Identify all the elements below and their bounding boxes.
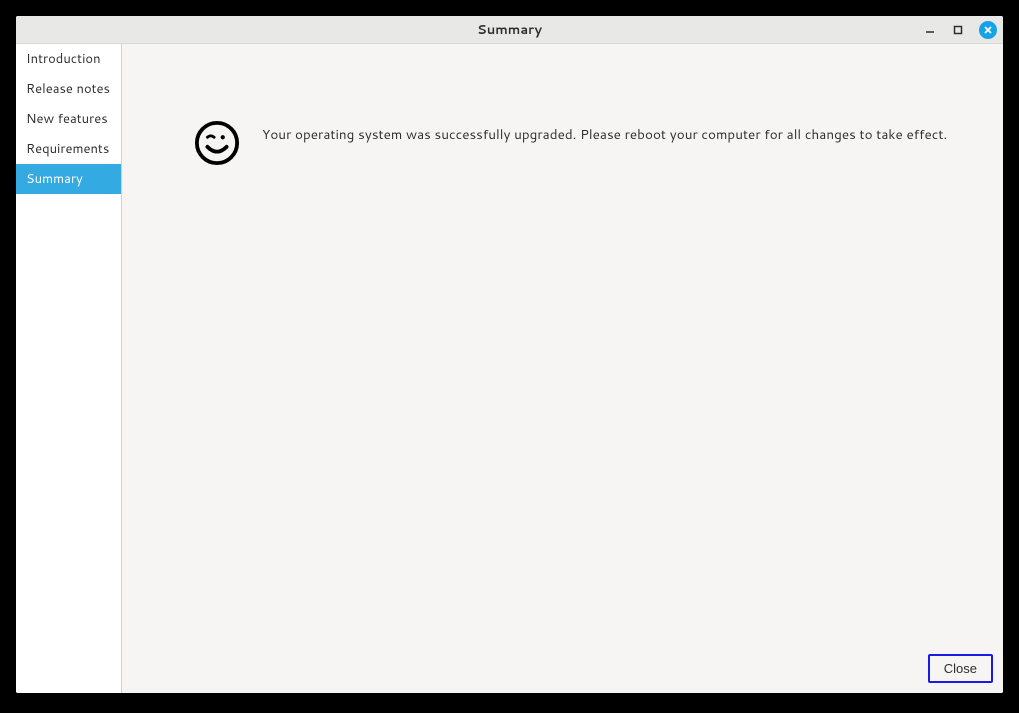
sidebar-item-requirements[interactable]: Requirements bbox=[16, 134, 121, 164]
sidebar-item-summary[interactable]: Summary bbox=[16, 164, 121, 194]
upgrade-success-message: Your operating system was successfully u… bbox=[262, 120, 947, 145]
main-panel: Your operating system was successfully u… bbox=[122, 44, 1003, 693]
sidebar-item-label: Requirements bbox=[26, 140, 109, 158]
close-button[interactable]: Close bbox=[928, 654, 993, 683]
sidebar-item-introduction[interactable]: Introduction bbox=[16, 44, 121, 74]
sidebar-item-label: Introduction bbox=[26, 50, 101, 68]
footer: Close bbox=[122, 644, 1003, 693]
window-body: Introduction Release notes New features … bbox=[16, 44, 1003, 693]
wink-smile-icon bbox=[194, 120, 240, 166]
titlebar: Summary bbox=[16, 16, 1003, 44]
sidebar-item-label: Summary bbox=[26, 170, 83, 188]
content-area: Your operating system was successfully u… bbox=[122, 44, 1003, 644]
sidebar-item-label: New features bbox=[26, 110, 108, 128]
sidebar-item-label: Release notes bbox=[26, 80, 110, 98]
maximize-button[interactable] bbox=[951, 23, 965, 37]
window-controls bbox=[923, 21, 997, 39]
maximize-icon bbox=[953, 25, 963, 35]
upgrade-wizard-window: Summary Introduction bbox=[16, 16, 1003, 693]
minimize-icon bbox=[925, 25, 935, 35]
window-title: Summary bbox=[477, 21, 542, 39]
sidebar-item-new-features[interactable]: New features bbox=[16, 104, 121, 134]
close-icon bbox=[983, 25, 993, 35]
window-close-button[interactable] bbox=[979, 21, 997, 39]
minimize-button[interactable] bbox=[923, 23, 937, 37]
sidebar: Introduction Release notes New features … bbox=[16, 44, 122, 693]
sidebar-item-release-notes[interactable]: Release notes bbox=[16, 74, 121, 104]
